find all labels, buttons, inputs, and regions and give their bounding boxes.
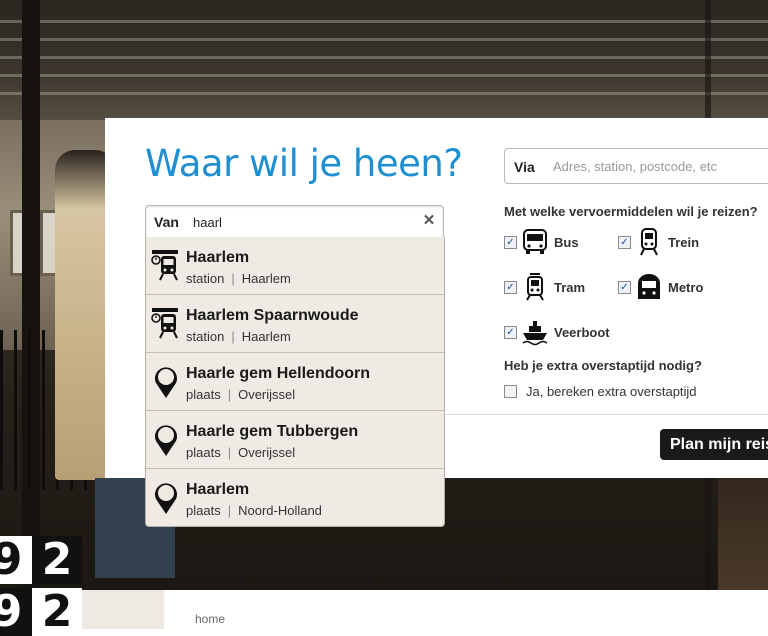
suggestion-type: plaats (186, 503, 221, 518)
separator: | (227, 445, 232, 460)
suggestion-type: station (186, 329, 225, 344)
mode-label: Veerboot (554, 325, 610, 340)
transport-question: Met welke vervoermiddelen wil je reizen? (504, 204, 758, 219)
suggestion-details: plaats | Noord-Holland (186, 503, 322, 518)
suggestion-details: plaats | Overijssel (186, 445, 295, 460)
train-station-icon (151, 250, 178, 281)
suggestion-item[interactable]: Haarlem Spaarnwoude station | Haarlem (146, 295, 444, 353)
divider (443, 414, 768, 415)
suggestion-region: Haarlem (241, 271, 291, 286)
map-pin-icon (155, 367, 177, 398)
suggestion-type: plaats (186, 387, 221, 402)
plan-trip-button[interactable]: Plan mijn reis (660, 429, 768, 460)
separator: | (227, 503, 232, 518)
from-input[interactable] (193, 212, 413, 232)
map-pin-icon (155, 425, 177, 456)
separator: | (231, 329, 235, 344)
via-label: Via (514, 159, 535, 175)
ferry-icon (522, 321, 548, 346)
metro-icon (638, 274, 660, 299)
train-station-icon (151, 308, 178, 339)
suggestion-region: Haarlem (241, 329, 291, 344)
suggestion-type: station (186, 271, 225, 286)
suggestion-item[interactable]: Haarlem plaats | Noord-Holland (146, 469, 444, 526)
number-tile: 2 (32, 536, 82, 584)
suggestion-details: station | Haarlem (186, 329, 291, 344)
suggestion-type: plaats (186, 445, 221, 460)
mode-label: Metro (668, 280, 704, 295)
separator: | (227, 387, 232, 402)
mode-label: Tram (554, 280, 586, 295)
from-label: Van (154, 214, 179, 230)
suggestion-name: Haarlem (186, 481, 250, 498)
ferry-checkbox[interactable]: ✓ (504, 326, 517, 339)
suggestion-name: Haarle gem Tubbergen (186, 423, 359, 440)
bus-icon (523, 229, 547, 254)
tram-icon (526, 273, 544, 301)
suggestion-item[interactable]: Haarle gem Tubbergen plaats | Overijssel (146, 411, 444, 469)
metro-checkbox[interactable]: ✓ (618, 281, 631, 294)
bus-checkbox[interactable]: ✓ (504, 236, 517, 249)
suggestion-region: Overijssel (238, 445, 296, 460)
suggestion-details: station | Haarlem (186, 271, 291, 286)
suggestion-details: plaats | Overijssel (186, 387, 295, 402)
close-icon[interactable]: ✕ (421, 213, 437, 229)
extra-transfer-checkbox[interactable] (504, 385, 517, 398)
suggestion-name: Haarlem Spaarnwoude (186, 307, 359, 324)
suggestion-item[interactable]: Haarlem station | Haarlem (146, 237, 444, 295)
mode-label: Trein (668, 235, 700, 250)
autocomplete-dropdown: Haarlem station | Haarlem Haarlem Spaarnwo… (145, 237, 445, 527)
transfer-question: Heb je extra overstaptijd nodig? (504, 358, 702, 373)
suggestion-region: Noord-Holland (238, 503, 322, 518)
number-tile: 9 (0, 536, 32, 584)
page-title: Waar wil je heen? (145, 142, 463, 185)
extra-transfer-label: Ja, bereken extra overstaptijd (526, 384, 697, 399)
mode-label: Bus (554, 235, 579, 250)
suggestion-name: Haarle gem Hellendoorn (186, 365, 371, 382)
breadcrumb[interactable]: home (195, 612, 225, 626)
train-checkbox[interactable]: ✓ (618, 236, 631, 249)
train-icon (640, 228, 658, 256)
tram-checkbox[interactable]: ✓ (504, 281, 517, 294)
suggestion-name: Haarlem (186, 249, 250, 266)
via-field[interactable]: Via (504, 148, 768, 184)
suggestion-item[interactable]: Haarle gem Hellendoorn plaats | Overijssel (146, 353, 444, 411)
via-input[interactable] (553, 157, 763, 175)
from-field[interactable]: Van ✕ (145, 205, 444, 239)
separator: | (231, 271, 235, 286)
map-pin-icon (155, 483, 177, 514)
suggestion-region: Overijssel (238, 387, 296, 402)
